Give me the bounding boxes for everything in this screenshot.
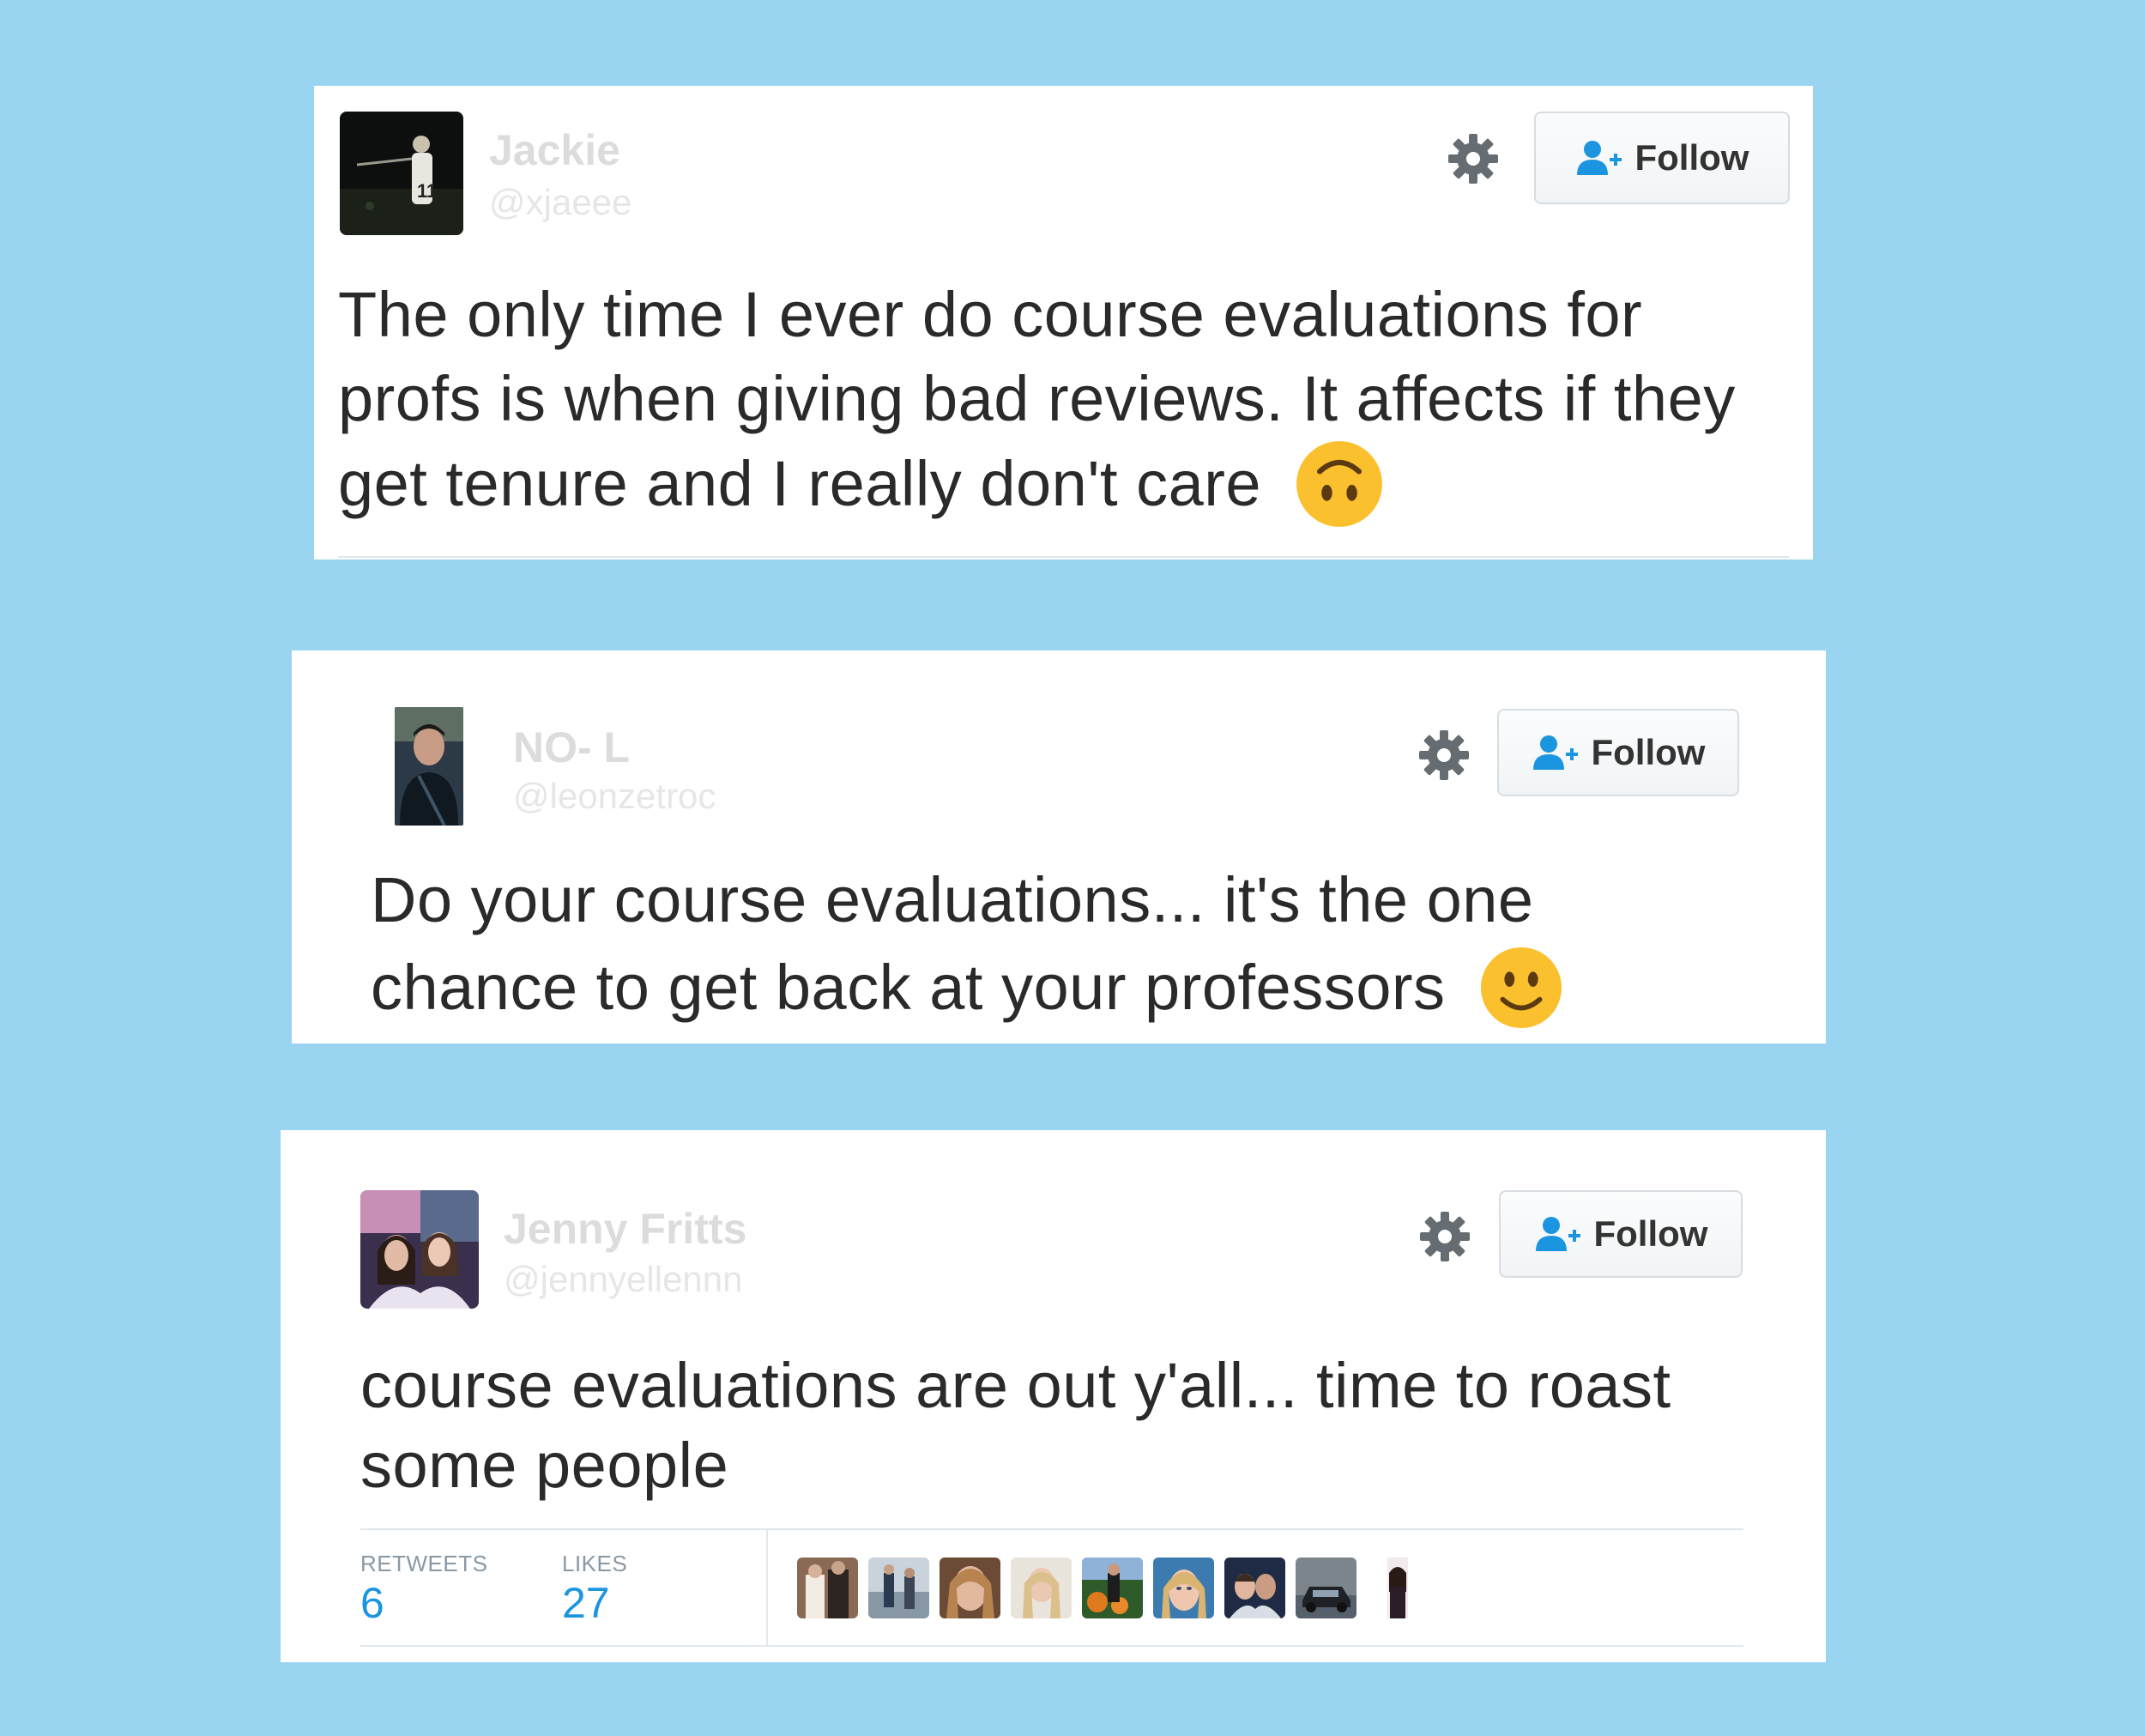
tweet-body: The only time I ever do course evaluatio…	[338, 279, 1736, 519]
stats-separator	[766, 1530, 768, 1645]
follow-label: Follow	[1593, 1213, 1708, 1254]
liker-avatar[interactable]	[868, 1558, 929, 1618]
stats-bottom-divider	[360, 1645, 1743, 1647]
tweet-card: NO- L @leonzetroc Follow Do your course …	[292, 650, 1826, 1043]
stats-top-divider	[360, 1528, 1743, 1530]
tweet-text: The only time I ever do course evaluatio…	[338, 273, 1797, 529]
display-name[interactable]: Jenny Fritts	[504, 1204, 746, 1254]
tweet-body: Do your course evaluations... it's the o…	[371, 864, 1534, 1024]
user-handle[interactable]: @jennyellennn	[504, 1259, 743, 1300]
likes-count[interactable]: 27	[562, 1578, 610, 1628]
likes-label: LIKES	[562, 1551, 628, 1576]
add-user-icon	[1535, 1217, 1580, 1251]
follow-button[interactable]: Follow	[1499, 1190, 1743, 1278]
liker-avatar[interactable]	[1296, 1558, 1356, 1618]
upside-down-face-icon	[1296, 441, 1383, 528]
follow-button[interactable]: Follow	[1497, 709, 1739, 796]
liker-avatar[interactable]	[1153, 1558, 1214, 1618]
follow-label: Follow	[1634, 137, 1749, 178]
add-user-icon	[1532, 735, 1578, 770]
gear-icon[interactable]	[1417, 729, 1471, 782]
tweet-divider	[338, 556, 1789, 558]
liker-avatar[interactable]	[1082, 1558, 1143, 1618]
avatar[interactable]	[360, 1190, 479, 1309]
display-name[interactable]: NO- L	[513, 723, 630, 772]
tweet-text: course evaluations are out y'all... time…	[360, 1350, 1671, 1501]
liker-avatar[interactable]	[797, 1558, 858, 1618]
user-handle[interactable]: @xjaeee	[489, 182, 631, 223]
gear-icon[interactable]	[1447, 132, 1500, 185]
user-handle[interactable]: @leonzetroc	[513, 776, 716, 817]
svg-text:11: 11	[417, 180, 437, 202]
follow-label: Follow	[1591, 732, 1706, 772]
slightly-smiling-face-icon	[1480, 947, 1562, 1028]
tweet-card: 11 Jackie @xjaeee Follow The only time I…	[314, 86, 1813, 560]
tweet-card: Jenny Fritts @jennyellennn Follow course…	[281, 1130, 1826, 1662]
avatar[interactable]	[395, 707, 463, 826]
gear-icon[interactable]	[1418, 1210, 1471, 1263]
liker-avatar[interactable]	[1011, 1558, 1072, 1618]
follow-button[interactable]: Follow	[1534, 112, 1790, 204]
tweet-text: Do your course evaluations... it's the o…	[371, 856, 1658, 1031]
liker-avatar[interactable]	[1224, 1558, 1285, 1618]
liker-avatar[interactable]	[1367, 1558, 1428, 1618]
display-name[interactable]: Jackie	[489, 125, 620, 175]
retweets-label: RETWEETS	[360, 1551, 488, 1576]
liker-avatars	[797, 1558, 1428, 1618]
avatar[interactable]: 11	[340, 112, 463, 235]
add-user-icon	[1576, 141, 1622, 175]
retweets-count[interactable]: 6	[360, 1578, 384, 1628]
liker-avatar[interactable]	[940, 1558, 1000, 1618]
